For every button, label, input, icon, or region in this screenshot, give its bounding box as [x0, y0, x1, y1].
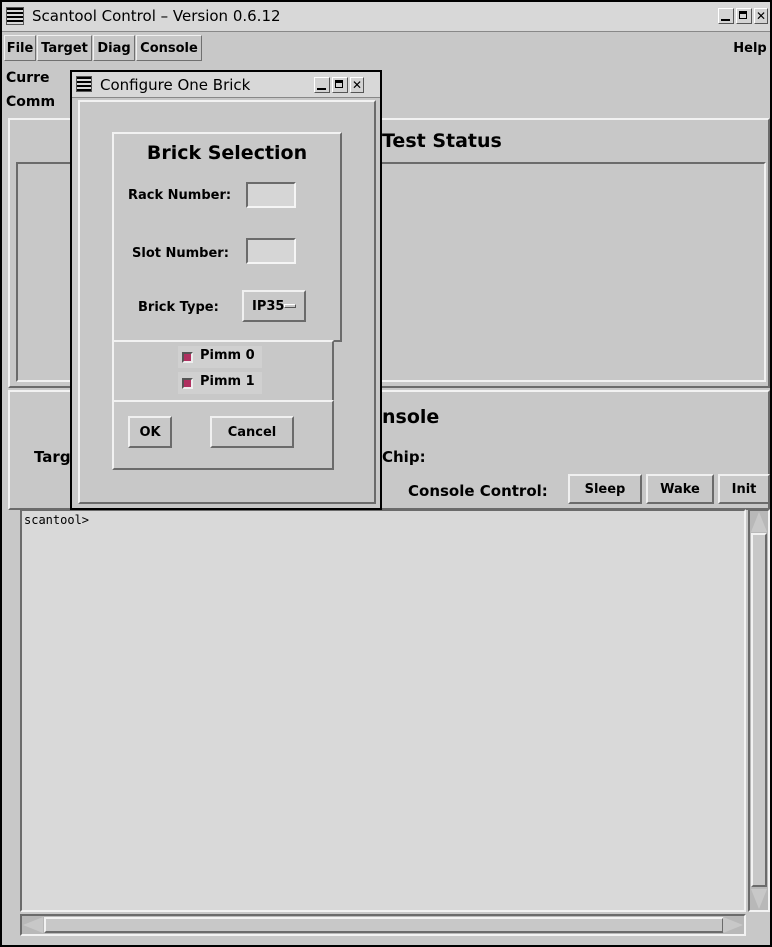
target-label: Targ [34, 448, 71, 466]
slot-number-input[interactable] [246, 238, 296, 264]
pimm-0-checkbox[interactable] [182, 352, 193, 363]
vertical-scrollbar[interactable] [748, 509, 770, 912]
brick-selection-title: Brick Selection [146, 142, 308, 164]
command-label: Comm [6, 94, 56, 110]
console-control-label: Console Control: [408, 482, 548, 500]
dropdown-indicator-icon [284, 304, 296, 308]
init-button[interactable]: Init [718, 474, 770, 504]
pimm-0-label: Pimm 0 [200, 348, 255, 363]
maximize-icon[interactable] [736, 8, 752, 24]
menu-diag[interactable]: Diag [93, 35, 135, 61]
pimm-group: Pimm 0 Pimm 1 [112, 340, 334, 402]
wake-button[interactable]: Wake [646, 474, 714, 504]
dialog-title: Configure One Brick [100, 76, 251, 94]
console-prompt: scantool> [24, 513, 90, 527]
main-title-bar[interactable]: Scantool Control – Version 0.6.12 ✕ [2, 2, 770, 32]
pimm-0-checkbutton[interactable]: Pimm 0 [178, 346, 262, 368]
dialog-maximize-icon[interactable] [332, 77, 348, 93]
pimm-1-label: Pimm 1 [200, 374, 255, 389]
chip-label: Chip: [382, 448, 426, 466]
main-window-title: Scantool Control – Version 0.6.12 [32, 7, 281, 25]
dialog-minimize-icon[interactable] [314, 77, 330, 93]
dialog-close-icon[interactable]: ✕ [350, 77, 364, 93]
slot-number-label: Slot Number: [132, 246, 229, 261]
horizontal-scrollbar[interactable] [20, 914, 746, 936]
menu-bar: File Target Diag Console Help [2, 35, 770, 63]
test-status-title: Test Status [382, 130, 502, 152]
rack-number-label: Rack Number: [128, 188, 232, 203]
ok-button[interactable]: OK [128, 416, 172, 448]
console-title: nsole [382, 406, 440, 428]
brick-type-label: Brick Type: [138, 300, 219, 315]
window-menu-icon[interactable] [6, 7, 24, 25]
current-label: Curre [6, 70, 50, 86]
dialog-menu-icon[interactable] [76, 76, 92, 92]
vertical-scroll-thumb[interactable] [751, 533, 767, 887]
configure-brick-dialog: Configure One Brick ✕ Brick Selection Ra… [70, 70, 382, 510]
rack-number-input[interactable] [246, 182, 296, 208]
dialog-title-bar[interactable]: Configure One Brick ✕ [72, 72, 380, 98]
brick-type-value: IP35 [252, 298, 285, 314]
pimm-1-checkbutton[interactable]: Pimm 1 [178, 372, 262, 394]
menu-target[interactable]: Target [37, 35, 92, 61]
dialog-body: Brick Selection Rack Number: Slot Number… [78, 100, 376, 504]
horizontal-scroll-thumb[interactable] [44, 917, 724, 933]
scroll-up-arrow-icon[interactable] [751, 512, 767, 532]
pimm-1-checkbox[interactable] [182, 378, 193, 389]
close-icon[interactable]: ✕ [754, 8, 768, 24]
dialog-buttons-group: OK Cancel [112, 400, 334, 470]
menu-file[interactable]: File [4, 35, 36, 61]
brick-type-menubutton[interactable]: IP35 [242, 290, 306, 322]
scroll-down-arrow-icon[interactable] [751, 889, 767, 909]
sleep-button[interactable]: Sleep [568, 474, 642, 504]
scroll-right-arrow-icon[interactable] [723, 917, 743, 933]
menu-help[interactable]: Help [730, 35, 770, 61]
cancel-button[interactable]: Cancel [210, 416, 294, 448]
minimize-icon[interactable] [718, 8, 734, 24]
menu-console[interactable]: Console [136, 35, 202, 61]
scroll-left-arrow-icon[interactable] [23, 917, 43, 933]
console-output[interactable]: scantool> [20, 509, 746, 912]
brick-selection-group: Brick Selection Rack Number: Slot Number… [112, 132, 342, 342]
